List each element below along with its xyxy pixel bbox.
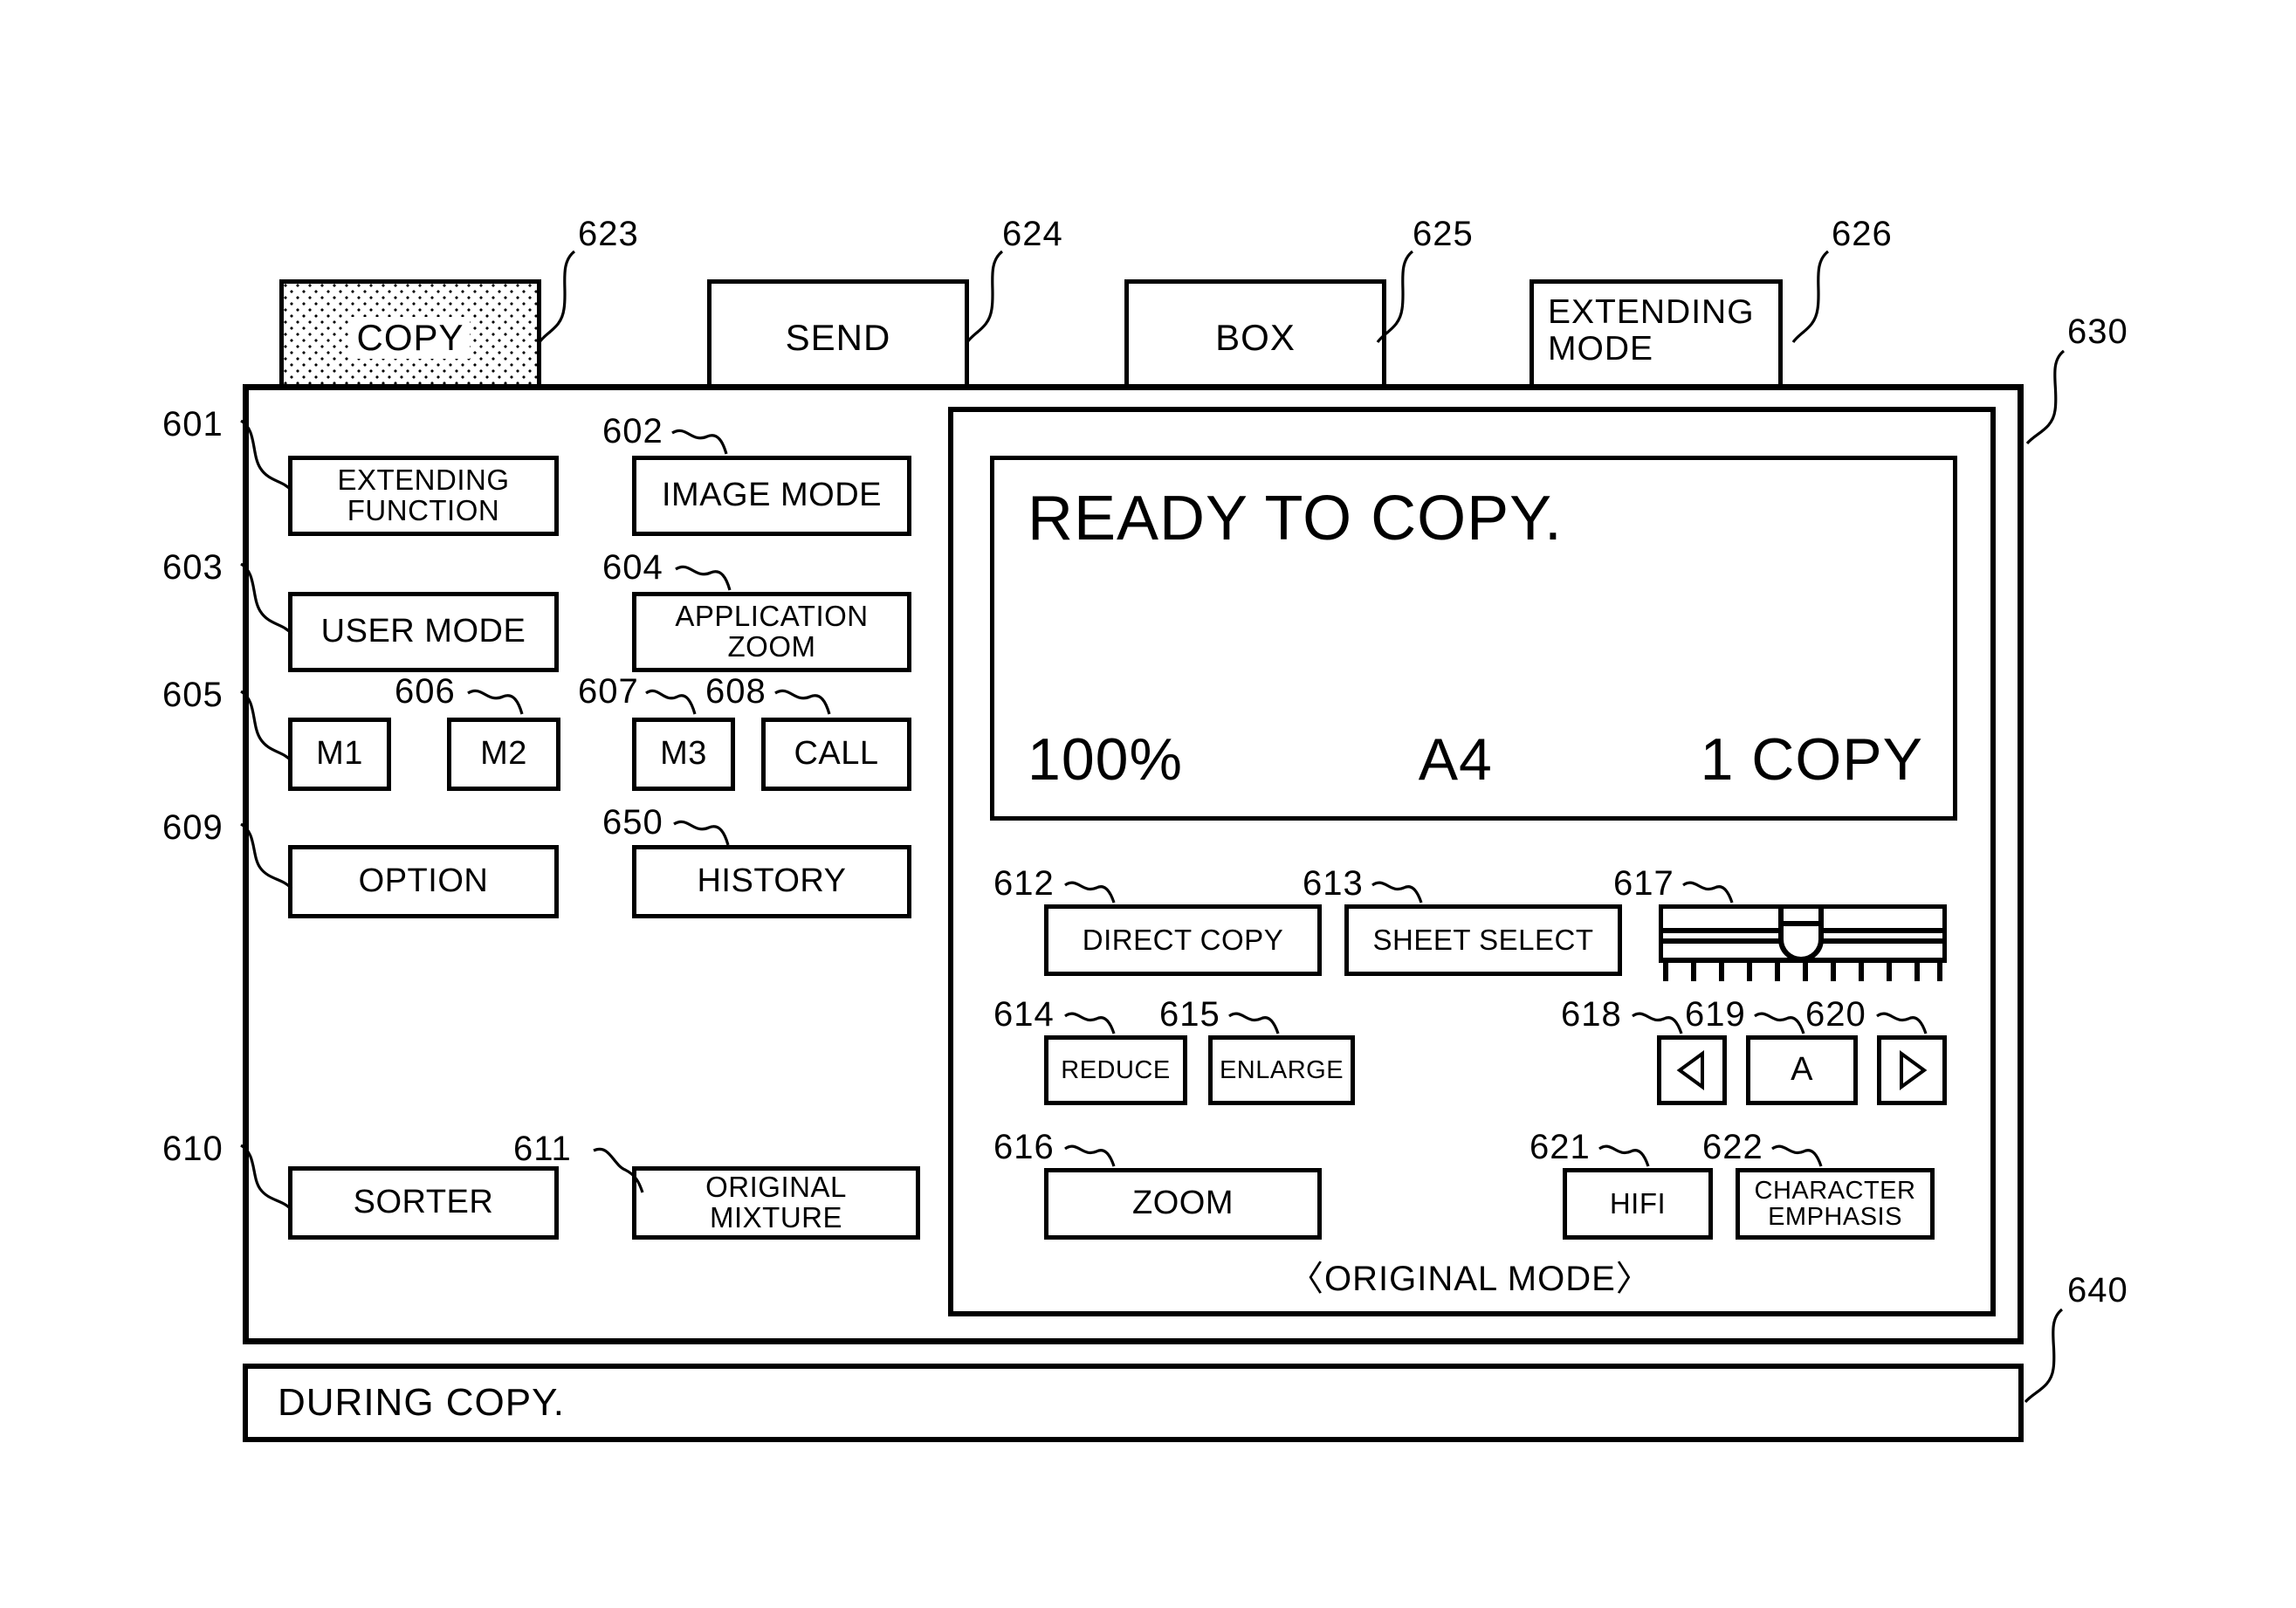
- ref-624: 624: [1002, 215, 1063, 253]
- leader-626: [1791, 250, 1830, 343]
- ref-602: 602: [602, 412, 663, 450]
- message-display: READY TO COPY. 100% A4 1 COPY: [990, 456, 1957, 821]
- ref-615: 615: [1159, 995, 1220, 1034]
- tab-box[interactable]: BOX: [1124, 279, 1386, 391]
- display-zoom-ratio: 100%: [1028, 726, 1183, 793]
- left-triangle-icon: [1676, 1050, 1704, 1090]
- button-density-auto[interactable]: A: [1746, 1035, 1858, 1105]
- button-sheet-select-label: SHEET SELECT: [1372, 923, 1594, 956]
- ref-621: 621: [1530, 1128, 1591, 1166]
- ref-650: 650: [602, 803, 663, 842]
- button-extending-function[interactable]: EXTENDING FUNCTION: [288, 456, 559, 536]
- tab-send-label: SEND: [785, 316, 891, 358]
- button-density-auto-label: A: [1791, 1051, 1813, 1089]
- button-user-mode[interactable]: USER MODE: [288, 592, 559, 672]
- button-density-decrease[interactable]: [1657, 1035, 1727, 1105]
- display-message: READY TO COPY.: [1028, 484, 1563, 553]
- ref-604: 604: [602, 548, 663, 587]
- ref-622: 622: [1702, 1128, 1763, 1166]
- ref-613: 613: [1303, 864, 1364, 903]
- button-hifi[interactable]: HIFI: [1563, 1168, 1713, 1240]
- status-bar: DURING COPY.: [243, 1364, 2024, 1442]
- ref-610: 610: [162, 1130, 223, 1168]
- button-extending-function-label-line1: EXTENDING: [337, 464, 510, 497]
- display-copy-count: 1 COPY: [1700, 726, 1923, 793]
- button-call-label: CALL: [794, 735, 879, 773]
- button-option[interactable]: OPTION: [288, 845, 559, 918]
- button-application-zoom-label: APPLICATION ZOOM: [675, 600, 869, 663]
- button-reduce-label: REDUCE: [1061, 1055, 1171, 1084]
- button-history[interactable]: HISTORY: [632, 845, 911, 918]
- button-direct-copy[interactable]: DIRECT COPY: [1044, 904, 1322, 976]
- button-direct-copy-label: DIRECT COPY: [1082, 923, 1284, 956]
- ref-608: 608: [705, 672, 766, 711]
- ref-617: 617: [1613, 864, 1674, 903]
- button-reduce[interactable]: REDUCE: [1044, 1035, 1187, 1105]
- button-sorter[interactable]: SORTER: [288, 1166, 559, 1240]
- right-triangle-icon: [1900, 1050, 1928, 1090]
- ref-607: 607: [578, 672, 639, 711]
- ref-626: 626: [1832, 215, 1893, 253]
- button-image-mode[interactable]: IMAGE MODE: [632, 456, 911, 536]
- ref-611: 611: [513, 1130, 572, 1168]
- ref-618: 618: [1561, 995, 1622, 1034]
- display-paper-size: A4: [1418, 726, 1493, 793]
- ref-623: 623: [578, 215, 639, 253]
- button-user-mode-label: USER MODE: [320, 613, 526, 650]
- button-option-label: OPTION: [358, 862, 489, 900]
- button-call[interactable]: CALL: [761, 718, 911, 791]
- tab-extending-mode-label-line2: MODE: [1548, 330, 1653, 368]
- button-m2[interactable]: M2: [447, 718, 560, 791]
- button-original-mixture[interactable]: ORIGINAL MIXTURE: [632, 1166, 920, 1240]
- button-enlarge[interactable]: ENLARGE: [1208, 1035, 1355, 1105]
- ref-605: 605: [162, 676, 223, 714]
- ref-609: 609: [162, 808, 223, 847]
- ref-603: 603: [162, 548, 223, 587]
- button-sheet-select[interactable]: SHEET SELECT: [1344, 904, 1622, 976]
- tab-copy[interactable]: COPY: [279, 279, 541, 391]
- display-status-row: 100% A4 1 COPY: [1028, 725, 1923, 794]
- button-history-label: HISTORY: [697, 862, 847, 900]
- original-mode-caption: 〈ORIGINAL MODE〉: [1289, 1260, 1652, 1298]
- ref-640: 640: [2067, 1271, 2128, 1309]
- ref-616: 616: [993, 1128, 1055, 1166]
- ref-625: 625: [1413, 215, 1474, 253]
- tab-send[interactable]: SEND: [707, 279, 969, 391]
- button-enlarge-label: ENLARGE: [1219, 1055, 1344, 1084]
- button-m3[interactable]: M3: [632, 718, 735, 791]
- button-zoom-label: ZOOM: [1132, 1185, 1234, 1222]
- button-image-mode-label: IMAGE MODE: [661, 477, 883, 514]
- button-extending-function-label-line2: FUNCTION: [347, 494, 500, 526]
- ref-619: 619: [1685, 995, 1746, 1034]
- button-original-mixture-label: ORIGINAL MIXTURE: [705, 1171, 847, 1233]
- button-hifi-label: HIFI: [1609, 1186, 1667, 1220]
- ref-612: 612: [993, 864, 1055, 903]
- button-character-emphasis-label-line1: CHARACTER: [1754, 1176, 1916, 1205]
- button-m1-label: M1: [316, 735, 363, 773]
- tab-box-label: BOX: [1215, 316, 1296, 358]
- button-character-emphasis[interactable]: CHARACTER EMPHASIS: [1736, 1168, 1935, 1240]
- tab-extending-mode-label-line1: EXTENDING: [1548, 293, 1755, 331]
- ref-601: 601: [162, 405, 223, 443]
- tab-extending-mode[interactable]: EXTENDING MODE: [1530, 279, 1783, 391]
- button-application-zoom[interactable]: APPLICATION ZOOM: [632, 592, 911, 672]
- density-slider[interactable]: [1659, 904, 1947, 983]
- ref-630: 630: [2067, 313, 2128, 351]
- button-m3-label: M3: [660, 735, 707, 773]
- tab-copy-label: COPY: [351, 316, 470, 359]
- ref-614: 614: [993, 995, 1055, 1034]
- ref-606: 606: [395, 672, 456, 711]
- button-zoom[interactable]: ZOOM: [1044, 1168, 1322, 1240]
- ref-620: 620: [1805, 995, 1866, 1034]
- button-m2-label: M2: [480, 735, 527, 773]
- button-sorter-label: SORTER: [353, 1184, 494, 1221]
- button-density-increase[interactable]: [1877, 1035, 1947, 1105]
- button-m1[interactable]: M1: [288, 718, 391, 791]
- status-bar-text: DURING COPY.: [278, 1381, 566, 1424]
- button-character-emphasis-label-line2: EMPHASIS: [1768, 1203, 1902, 1231]
